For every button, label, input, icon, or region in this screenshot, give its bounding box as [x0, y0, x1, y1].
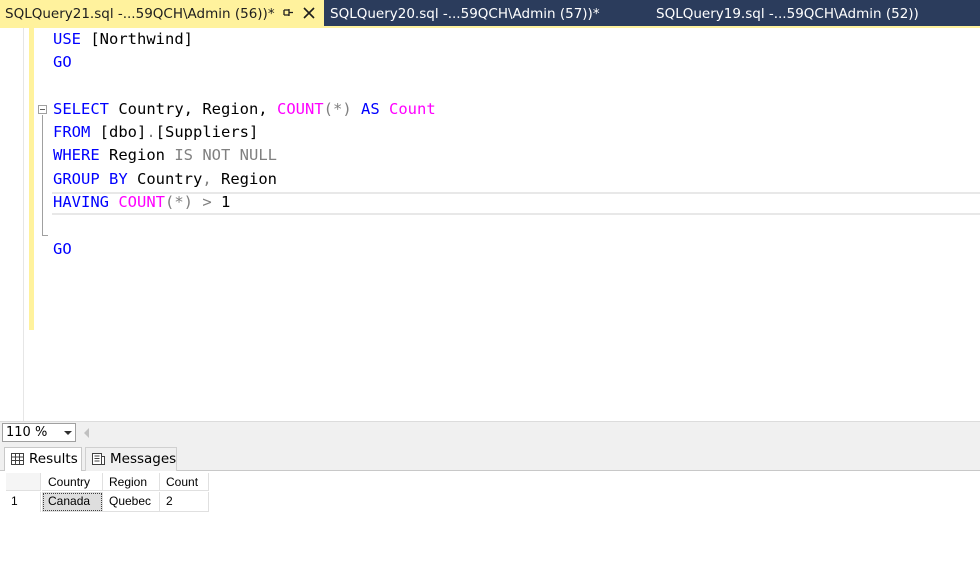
function-name: Count: [389, 100, 436, 118]
identifier: Region: [99, 146, 175, 164]
change-tracking-bar: [29, 28, 34, 330]
keyword: GROUP BY: [53, 170, 128, 188]
function-name: COUNT: [118, 193, 166, 211]
keyword: WHERE: [53, 146, 100, 164]
keyword: AS: [361, 100, 380, 118]
keyword: GO: [53, 53, 72, 71]
row-header[interactable]: 1: [6, 492, 41, 512]
grid-icon: [11, 453, 24, 465]
column-header-region[interactable]: Region: [103, 473, 160, 491]
tab-results[interactable]: Results: [4, 447, 82, 471]
document-tab-strip: SQLQuery21.sql -...59QCH\Admin (56))* SQ…: [0, 0, 980, 28]
code-line-2: GO: [53, 51, 72, 74]
identifier: Region: [211, 170, 277, 188]
identifier: [Suppliers]: [155, 123, 259, 141]
code-line-8: HAVING COUNT(*) > 1: [53, 191, 230, 214]
collapse-toggle-icon[interactable]: [38, 105, 47, 114]
tab-sqlquery20[interactable]: SQLQuery20.sql -...59QCH\Admin (57))*: [330, 0, 600, 28]
identifier: Country, Region,: [109, 100, 277, 118]
tab-sqlquery19[interactable]: SQLQuery19.sql -...59QCH\Admin (52)): [656, 0, 919, 28]
column-header-count[interactable]: Count: [160, 473, 209, 491]
tab-label: SQLQuery19.sql -...59QCH\Admin (52)): [656, 6, 919, 22]
grid-cell-region[interactable]: Quebec: [103, 492, 160, 512]
scroll-left-icon[interactable]: [84, 428, 89, 438]
grid-cell-count[interactable]: 2: [160, 492, 209, 512]
results-tab-bar: Results Messages: [0, 443, 980, 471]
code-line-5: FROM [dbo].[Suppliers]: [53, 121, 258, 144]
messages-icon: [92, 453, 105, 465]
operator: >: [202, 193, 212, 211]
editor-status-bar: 110 %: [0, 421, 980, 443]
operator: (*): [165, 193, 194, 211]
code-line-1: USE [Northwind]: [53, 28, 193, 51]
operator: (*): [323, 100, 352, 118]
outline-line: [42, 115, 43, 235]
function-name: COUNT: [276, 100, 324, 118]
grid-corner-header[interactable]: [6, 473, 41, 491]
zoom-value: 110 %: [6, 425, 48, 440]
tab-messages-label: Messages: [110, 451, 177, 467]
tab-messages[interactable]: Messages: [85, 447, 177, 471]
identifier: Country: [127, 170, 203, 188]
identifier: [dbo]: [90, 123, 147, 141]
results-grid[interactable]: Country Region Count 1 Canada Quebec 2: [0, 472, 980, 578]
code-line-6: WHERE Region IS NOT NULL: [53, 144, 277, 167]
code-line-10: GO: [53, 238, 72, 261]
keyword: SELECT: [53, 100, 109, 118]
editor-gutter: [0, 28, 24, 421]
query-editor[interactable]: USE [Northwind] GO SELECT Country, Regio…: [0, 28, 980, 421]
literal: 1: [211, 193, 231, 211]
operator: IS NOT NULL: [174, 146, 277, 164]
pin-icon[interactable]: [281, 6, 295, 20]
code-line-4: SELECT Country, Region, COUNT(*) AS Coun…: [53, 98, 436, 121]
tab-sqlquery21[interactable]: SQLQuery21.sql -...59QCH\Admin (56))*: [0, 0, 324, 28]
zoom-dropdown[interactable]: 110 %: [2, 423, 76, 442]
keyword: GO: [53, 240, 72, 258]
tab-label: SQLQuery21.sql -...59QCH\Admin (56))*: [5, 6, 275, 22]
identifier: [Northwind]: [81, 30, 193, 48]
keyword: HAVING: [53, 193, 109, 211]
chevron-down-icon: [64, 431, 72, 435]
keyword: USE: [53, 30, 81, 48]
tab-results-label: Results: [29, 451, 78, 467]
operator: .: [146, 123, 156, 141]
keyword: FROM: [53, 123, 91, 141]
grid-cell-country[interactable]: Canada: [42, 492, 103, 512]
code-line-7: GROUP BY Country, Region: [53, 168, 277, 191]
operator: ,: [202, 170, 212, 188]
outline-end: [42, 235, 48, 236]
tab-label: SQLQuery20.sql -...59QCH\Admin (57))*: [330, 6, 600, 22]
close-icon[interactable]: [302, 6, 316, 20]
column-header-country[interactable]: Country: [42, 473, 103, 491]
